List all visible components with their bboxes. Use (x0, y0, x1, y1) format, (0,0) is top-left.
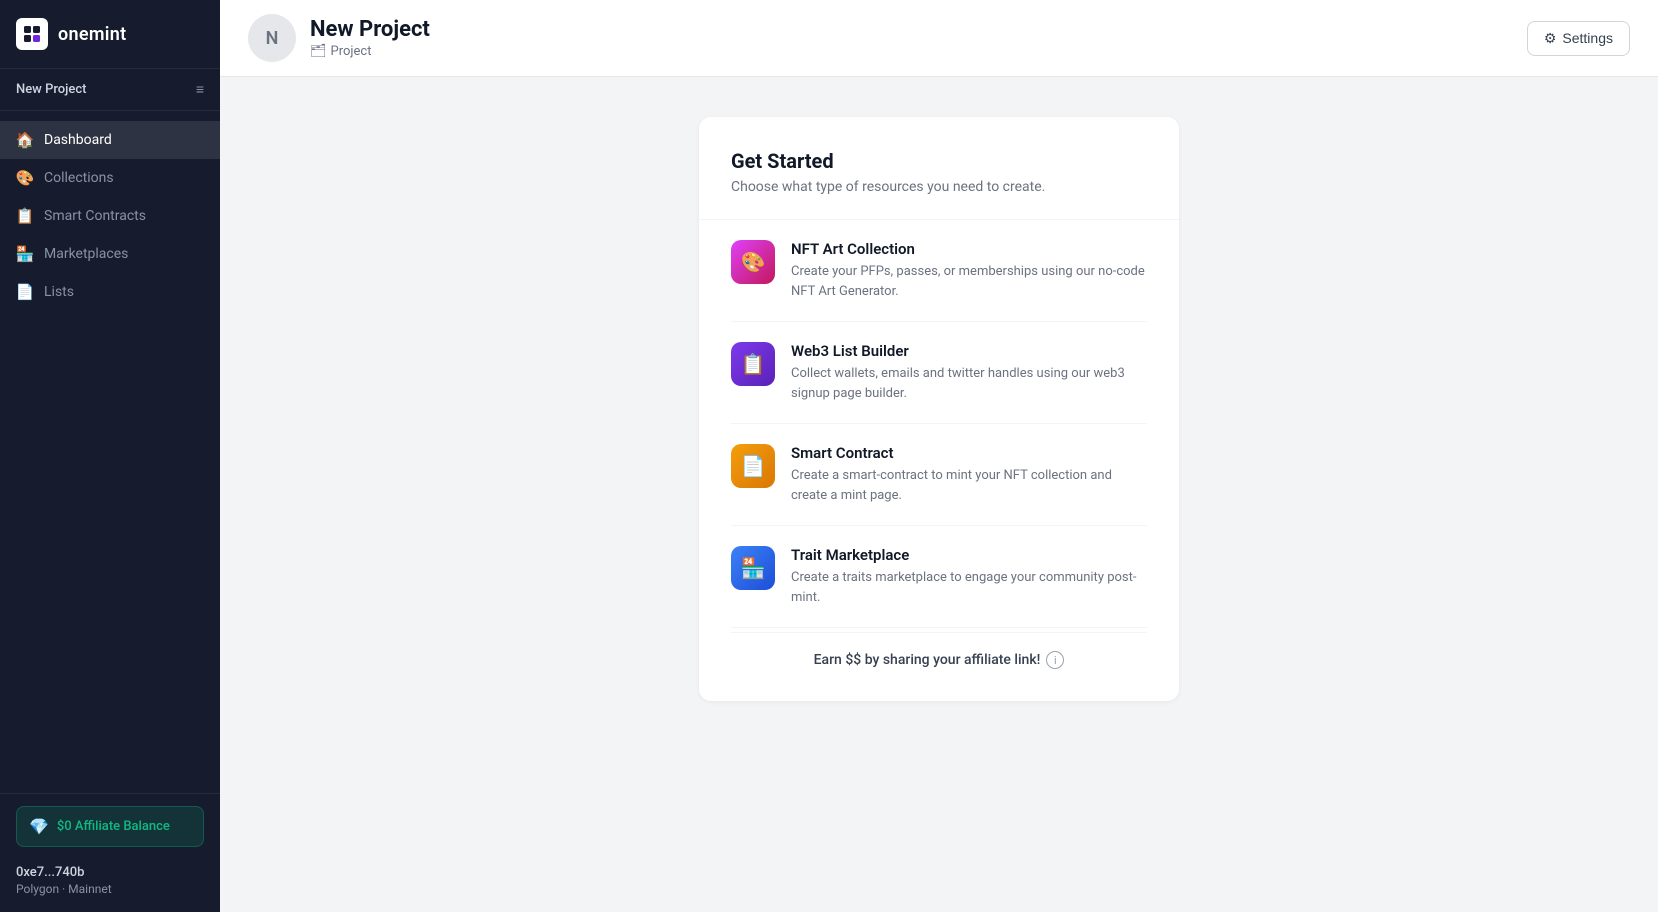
affiliate-balance-text: $0 Affiliate Balance (57, 819, 170, 834)
resource-desc-smart-contract: Create a smart-contract to mint your NFT… (791, 466, 1147, 505)
affiliate-icon: 💎 (29, 817, 49, 836)
page-title: New Project (310, 17, 430, 42)
project-avatar: N (248, 14, 296, 62)
sidebar-item-label-marketplaces: Marketplaces (44, 246, 128, 262)
sidebar-item-label-dashboard: Dashboard (44, 132, 112, 148)
sidebar-item-marketplaces[interactable]: 🏪 Marketplaces (0, 235, 220, 273)
resource-content-trait-marketplace: Trait Marketplace Create a traits market… (791, 546, 1147, 607)
get-started-card: Get Started Choose what type of resource… (699, 117, 1179, 701)
project-selector-name: New Project (16, 82, 87, 97)
dashboard-icon: 🏠 (16, 131, 34, 149)
sidebar: onemint New Project ≡ 🏠 Dashboard 🎨 Coll… (0, 0, 220, 912)
sidebar-item-collections[interactable]: 🎨 Collections (0, 159, 220, 197)
project-info: New Project 🗂 Project (310, 17, 430, 59)
card-subtitle: Choose what type of resources you need t… (731, 179, 1147, 195)
affiliate-balance-button[interactable]: 💎 $0 Affiliate Balance (16, 806, 204, 847)
sidebar-item-label-collections: Collections (44, 170, 114, 186)
smart-contract-icon: 📄 (731, 444, 775, 488)
sidebar-item-dashboard[interactable]: 🏠 Dashboard (0, 121, 220, 159)
wallet-address: 0xe7...740b (16, 865, 204, 880)
web3-list-builder-icon: 📋 (731, 342, 775, 386)
project-filter-icon[interactable]: ≡ (196, 81, 204, 98)
resource-item-trait-marketplace[interactable]: 🏪 Trait Marketplace Create a traits mark… (731, 526, 1147, 628)
settings-button[interactable]: ⚙ Settings (1527, 21, 1630, 56)
resource-item-smart-contract[interactable]: 📄 Smart Contract Create a smart-contract… (731, 424, 1147, 526)
affiliate-footer-text: Earn $$ by sharing your affiliate link! (814, 652, 1041, 668)
resource-desc-trait-marketplace: Create a traits marketplace to engage yo… (791, 568, 1147, 607)
header-left: N New Project 🗂 Project (248, 14, 430, 62)
nav-menu: 🏠 Dashboard 🎨 Collections 📋 Smart Contra… (0, 111, 220, 793)
resource-title-nft: NFT Art Collection (791, 240, 1147, 258)
trait-marketplace-icon: 🏪 (731, 546, 775, 590)
resource-item-nft-art-collection[interactable]: 🎨 NFT Art Collection Create your PFPs, p… (731, 220, 1147, 322)
sidebar-item-lists[interactable]: 📄 Lists (0, 273, 220, 311)
project-selector[interactable]: New Project ≡ (0, 69, 220, 111)
resource-desc-nft: Create your PFPs, passes, or memberships… (791, 262, 1147, 301)
sidebar-item-label-lists: Lists (44, 284, 74, 300)
project-type: 🗂 Project (310, 44, 430, 59)
lists-icon: 📄 (16, 283, 34, 301)
logo-icon (16, 18, 48, 50)
resource-content-web3: Web3 List Builder Collect wallets, email… (791, 342, 1147, 403)
project-type-label: Project (331, 44, 372, 59)
resource-title-trait-marketplace: Trait Marketplace (791, 546, 1147, 564)
resource-content-smart-contract: Smart Contract Create a smart-contract t… (791, 444, 1147, 505)
wallet-info: 0xe7...740b Polygon · Mainnet (16, 861, 204, 900)
resource-title-web3: Web3 List Builder (791, 342, 1147, 360)
collections-icon: 🎨 (16, 169, 34, 187)
resource-content-nft: NFT Art Collection Create your PFPs, pas… (791, 240, 1147, 301)
info-icon[interactable]: i (1046, 651, 1064, 669)
settings-label: Settings (1562, 30, 1613, 46)
sidebar-item-label-smart-contracts: Smart Contracts (44, 208, 146, 224)
sidebar-bottom: 💎 $0 Affiliate Balance 0xe7...740b Polyg… (0, 793, 220, 912)
main-content: N New Project 🗂 Project ⚙ Settings Get S… (220, 0, 1658, 912)
folder-icon: 🗂 (310, 44, 327, 59)
affiliate-footer[interactable]: Earn $$ by sharing your affiliate link! … (731, 632, 1147, 669)
logo-area: onemint (0, 0, 220, 69)
header: N New Project 🗂 Project ⚙ Settings (220, 0, 1658, 77)
settings-icon: ⚙ (1544, 30, 1557, 47)
nft-art-collection-icon: 🎨 (731, 240, 775, 284)
smart-contracts-icon: 📋 (16, 207, 34, 225)
wallet-network: Polygon · Mainnet (16, 882, 204, 896)
content-area: Get Started Choose what type of resource… (220, 77, 1658, 912)
card-title: Get Started (731, 149, 1147, 173)
resource-title-smart-contract: Smart Contract (791, 444, 1147, 462)
resource-item-web3-list-builder[interactable]: 📋 Web3 List Builder Collect wallets, ema… (731, 322, 1147, 424)
logo-text: onemint (58, 24, 126, 45)
sidebar-item-smart-contracts[interactable]: 📋 Smart Contracts (0, 197, 220, 235)
resource-desc-web3: Collect wallets, emails and twitter hand… (791, 364, 1147, 403)
marketplaces-icon: 🏪 (16, 245, 34, 263)
